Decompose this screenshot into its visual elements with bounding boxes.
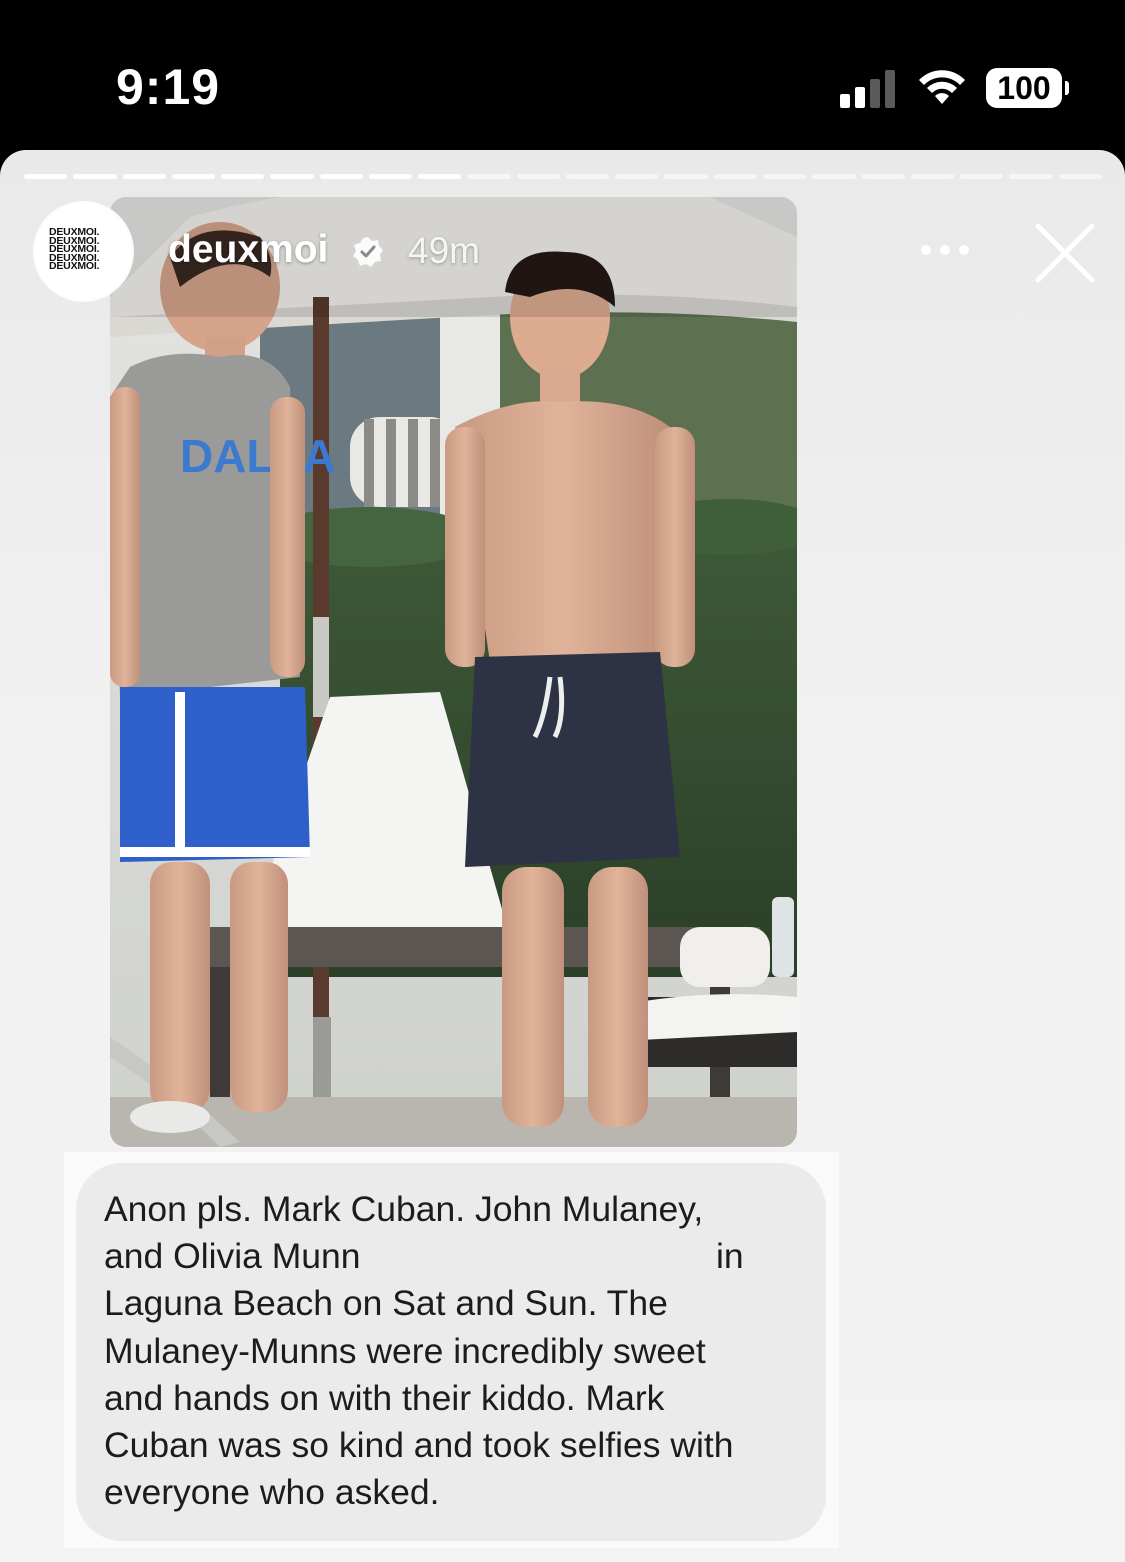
progress-segment [861,174,905,179]
progress-segment [122,174,166,179]
svg-text:DALLA: DALLA [180,430,336,482]
story-viewer[interactable]: DALLA DEUXMOI. DEUXMOI. DEUXMOI. DEUXMOI… [0,150,1125,1562]
progress-segment [270,174,314,179]
status-bar: 9:19 100 [0,0,1125,150]
progress-segment [467,174,511,179]
progress-segment [73,174,117,179]
caption-line-split: and Olivia Munn in [104,1233,804,1280]
caption-line: everyone who asked. [104,1472,440,1513]
progress-segment [910,174,955,179]
progress-segment [565,174,610,179]
progress-segment [171,174,216,179]
progress-segment [960,174,1004,179]
caption-line: and Olivia Munn [104,1236,361,1277]
progress-segment [762,174,807,179]
account-username[interactable]: deuxmoi [168,228,328,272]
caption-line: Cuban was so kind and took selfies with [104,1425,734,1466]
account-avatar[interactable]: DEUXMOI. DEUXMOI. DEUXMOI. DEUXMOI. DEUXMOI. [35,203,132,300]
progress-segment [24,174,68,179]
progress-segment [221,174,265,179]
progress-segment [664,174,708,179]
more-options-icon[interactable] [920,244,970,256]
battery-icon: 100 [986,68,1062,108]
caption-line: in [716,1236,744,1277]
story-photo[interactable]: DALLA [110,197,797,1147]
avatar-logo-text: DEUXMOI. DEUXMOI. DEUXMOI. DEUXMOI. DEUXMOI. [49,227,119,273]
progress-segment [516,174,560,179]
progress-segment [319,174,363,179]
caption-line: Mulaney-Munns were incredibly sweet [104,1330,706,1371]
close-icon[interactable] [1034,222,1096,284]
status-time: 9:19 [116,59,221,115]
cellular-signal-icon [840,70,895,108]
progress-segment [1058,174,1102,179]
caption-line: Laguna Beach on Sat and Sun. The [104,1283,668,1324]
caption-text: Anon pls. Mark Cuban. John Mulaney, and … [104,1186,804,1516]
caption-line: Anon pls. Mark Cuban. John Mulaney, [104,1189,704,1229]
progress-segment [1009,174,1053,179]
wifi-icon [919,70,965,104]
verified-badge-icon [353,237,383,267]
progress-segment [418,174,462,179]
progress-segment [615,174,659,179]
progress-segment [812,174,856,179]
progress-segment [368,174,413,179]
caption-line: and hands on with their kiddo. Mark [104,1377,665,1418]
story-progress-bar [24,174,1102,179]
battery-cap [1065,81,1069,95]
progress-segment [713,174,757,179]
avatar-logo-line: DEUXMOI. [49,260,100,273]
story-timestamp: 49m [408,230,480,271]
battery-level: 100 [997,70,1051,106]
